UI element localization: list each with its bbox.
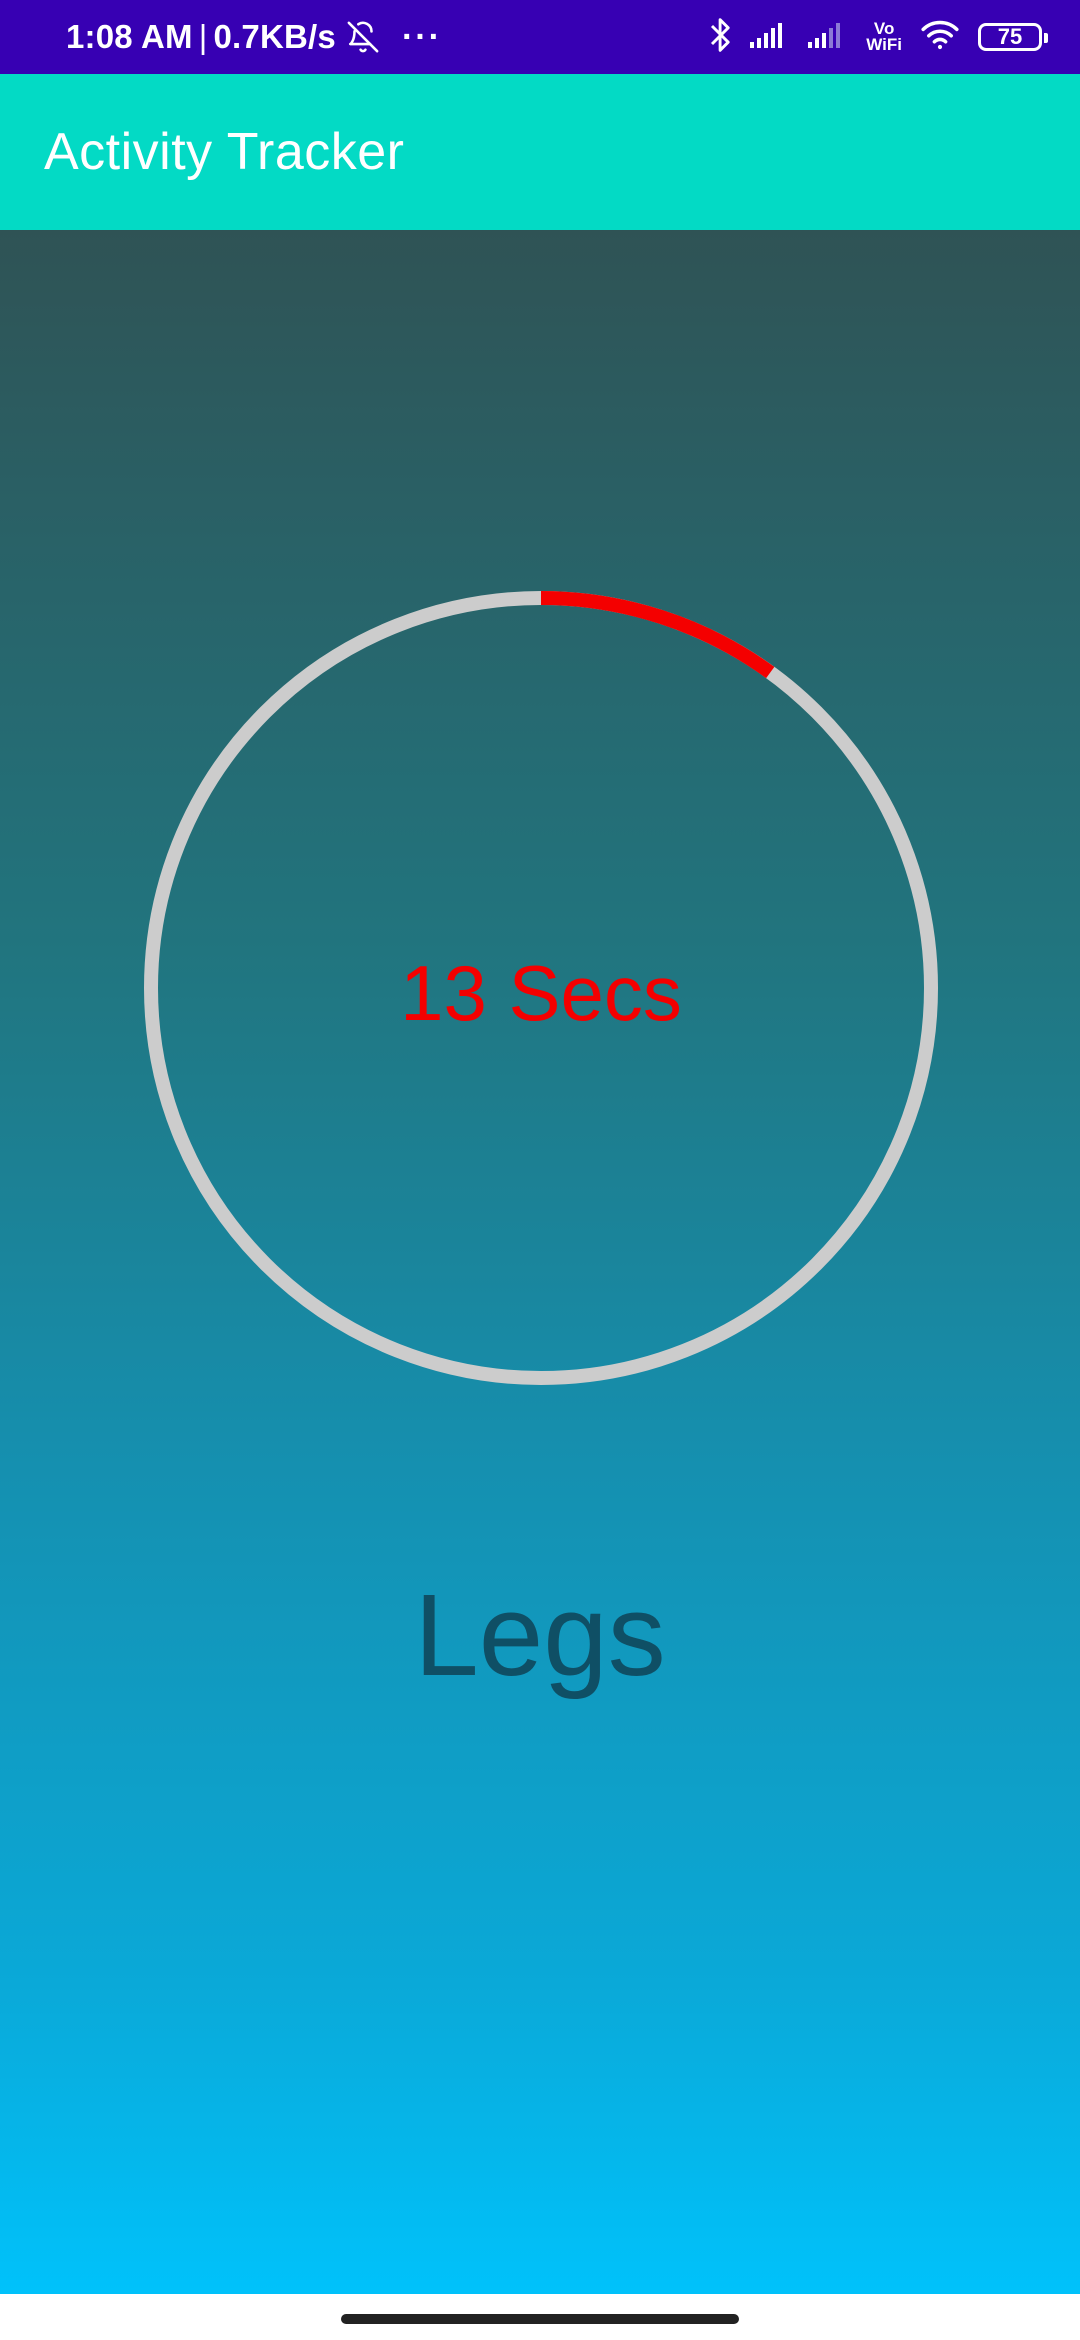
wifi-icon [920, 19, 960, 56]
status-bar: 1:08 AM | 0.7KB/s ··· Vo WiFi 75 [0, 0, 1080, 74]
status-time: 1:08 AM [66, 18, 193, 55]
app-title: Activity Tracker [44, 123, 405, 181]
timer-label: 13 Secs [400, 949, 682, 1037]
signal-icon [750, 20, 790, 55]
status-right: Vo WiFi 75 [710, 0, 1048, 74]
navigation-bar [0, 2294, 1080, 2340]
screen: 1:08 AM | 0.7KB/s ··· Vo WiFi 75 Activit… [0, 0, 1080, 2340]
signal-icon [808, 20, 848, 55]
bluetooth-icon [710, 17, 732, 58]
status-separator: | [198, 18, 208, 55]
vowifi-indicator: Vo WiFi [866, 20, 902, 54]
bell-off-icon [346, 20, 380, 54]
main-content: 13 Secs Legs [0, 230, 1080, 2294]
network-speed: 0.7KB/s [213, 18, 336, 55]
app-bar: Activity Tracker [0, 74, 1080, 230]
exercise-name: Legs [414, 1570, 666, 1700]
home-indicator[interactable] [341, 2314, 739, 2324]
overflow-dots-icon: ··· [401, 17, 442, 56]
battery-icon: 75 [978, 23, 1048, 51]
status-left: 1:08 AM | 0.7KB/s ··· [66, 0, 442, 74]
battery-level: 75 [997, 24, 1023, 49]
wifi-label: WiFi [866, 35, 902, 54]
